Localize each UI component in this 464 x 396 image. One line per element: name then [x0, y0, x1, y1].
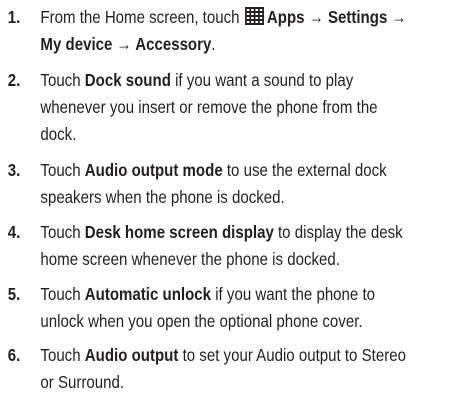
step-number: 5. [7, 284, 21, 304]
step-text: Touch Dock sound if you want a sound to … [40, 70, 378, 144]
apps-grid-icon [245, 7, 265, 25]
step-number: 4. [7, 222, 21, 242]
step-text: Touch Audio output to set your Audio out… [40, 345, 406, 392]
step-number: 1. [7, 7, 21, 27]
step-text: Touch Automatic unlock if you want the p… [40, 284, 376, 331]
step-text: Touch Desk home screen display to displa… [40, 222, 403, 269]
step-number: 3. [7, 160, 21, 180]
step-text: Touch Audio output mode to use the exter… [40, 160, 387, 207]
step-text: From the Home screen, touch Apps → Setti… [40, 7, 407, 54]
step-number: 2. [7, 70, 21, 90]
step-number: 6. [7, 345, 21, 365]
instruction-list: 1. From the Home screen, touch Apps → Se… [0, 0, 464, 394]
